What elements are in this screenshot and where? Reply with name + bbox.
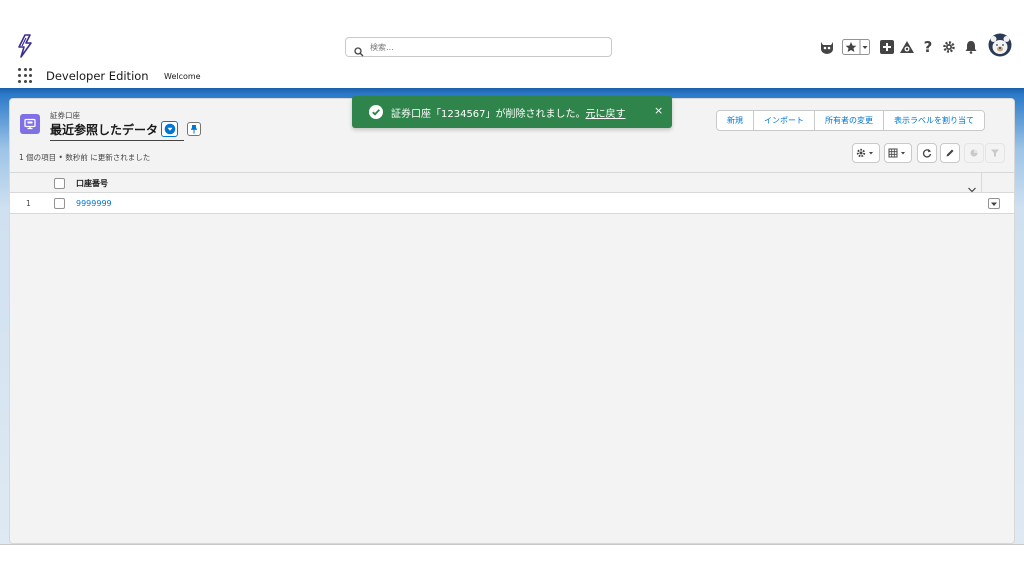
column-header-account-number[interactable]: 口座番号 [76,178,108,189]
setup-gear-icon[interactable] [941,36,957,58]
search-icon [354,42,364,57]
new-button[interactable]: 新規 [717,111,754,130]
app-launcher-icon[interactable] [18,68,34,84]
refresh-icon [922,149,932,158]
account-number-link[interactable]: 9999999 [76,199,112,208]
nav-item-welcome[interactable]: Welcome [164,72,201,81]
search-input[interactable] [370,42,590,52]
help-icon[interactable]: ? [921,36,935,58]
table-row: 1 9999999 [10,193,1014,214]
pie-chart-icon [970,149,978,157]
row-actions-button[interactable] [988,198,1000,209]
row-checkbox[interactable] [54,198,65,209]
list-actions-group: 新規 インポート 所有者の変更 表示ラベルを割り当て [716,110,985,131]
list-title-underline [50,140,184,141]
list-view-controls-button[interactable] [852,143,880,163]
object-label: 証券口座 [50,111,80,120]
charts-button[interactable] [964,143,984,163]
object-icon [20,114,40,134]
einstein-icon[interactable] [818,36,836,58]
user-avatar[interactable] [988,33,1012,57]
filters-button[interactable] [985,143,1005,163]
change-owner-button[interactable]: 所有者の変更 [815,111,884,130]
gear-icon [856,148,873,158]
chevron-down-icon [164,123,175,135]
select-all-checkbox[interactable] [54,178,65,189]
pencil-icon [946,149,954,157]
display-as-button[interactable] [884,143,912,163]
success-toast: 証券口座「1234567」が削除されました。元に戻す × [352,96,672,128]
list-view-title[interactable]: 最近参照したデータ [50,121,158,138]
close-icon[interactable]: × [654,104,663,117]
chevron-down-icon [991,202,997,206]
refresh-button[interactable] [917,143,937,163]
assign-label-button[interactable]: 表示ラベルを割り当て [884,111,984,130]
table-icon [888,148,905,158]
success-check-icon [369,105,383,119]
bottom-divider [0,544,1024,545]
global-header: ? Developer Edition Welcome [0,28,1024,88]
trailhead-icon[interactable] [899,36,915,58]
notifications-bell-icon[interactable] [963,36,979,58]
salesforce-list-view-page: ? Developer Edition Welcome 証券口座 最近参照したデ… [0,0,1024,576]
global-search[interactable] [345,37,612,57]
pin-icon [191,125,197,134]
import-button[interactable]: インポート [754,111,815,130]
list-view-picker-button[interactable] [161,121,178,137]
column-divider [981,173,982,193]
global-actions-icon[interactable] [879,36,895,58]
filter-icon [991,149,999,157]
table-header-row: 口座番号 [10,172,1014,193]
list-status-text: 1 個の項目 • 数秒前 に更新されました [19,153,151,162]
row-number: 1 [26,199,31,208]
list-view-card: 証券口座 最近参照したデータ 新規 インポート 所有者の変更 表示ラベルを割り当… [9,98,1015,544]
undo-link[interactable]: 元に戻す [586,109,626,120]
favorites-icon[interactable] [842,36,870,58]
toast-message: 証券口座「1234567」が削除されました。元に戻す [391,105,626,120]
toast-text: 証券口座「1234567」が削除されました。 [391,109,586,120]
app-name: Developer Edition [46,69,149,83]
pin-list-view-button[interactable] [187,122,201,136]
inline-edit-button[interactable] [940,143,960,163]
lightning-logo-icon[interactable] [16,34,34,58]
